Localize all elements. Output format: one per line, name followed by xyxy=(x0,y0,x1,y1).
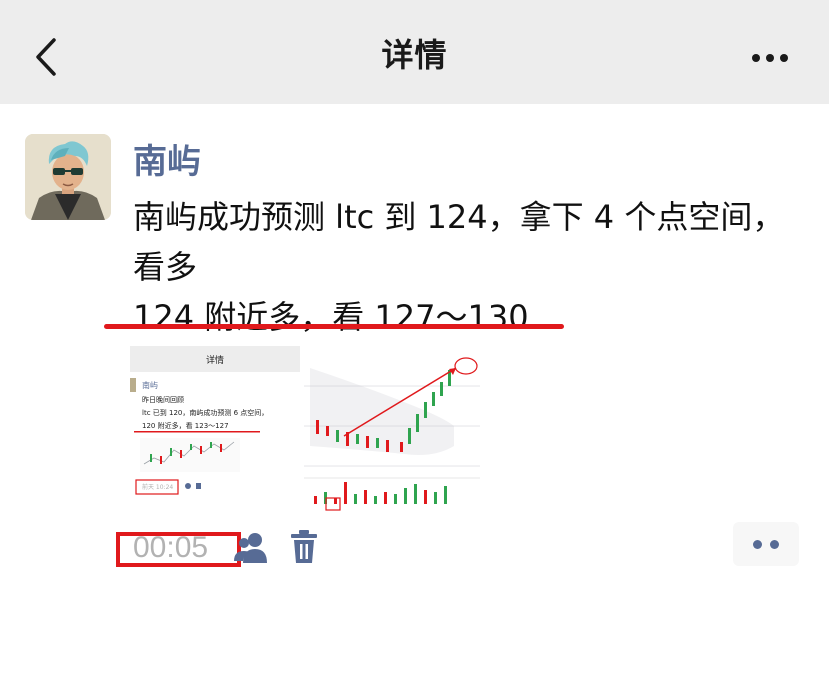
thumb-text-line: ltc 已到 120，南屿成功预测 6 点空间， xyxy=(142,408,268,417)
thumb-text-line: 120 附近多，看 123～127 xyxy=(142,421,229,430)
red-underline-annotation xyxy=(104,324,564,329)
post-text-line: 124 附近多，看 127～130 xyxy=(133,298,529,336)
avatar-illustration xyxy=(25,134,111,220)
post-text-line: 看多 xyxy=(133,248,198,286)
thumb-text-line: 昨日晚间回顾 xyxy=(142,395,184,404)
candlestick-chart-image xyxy=(304,346,480,514)
image-thumbnail[interactable]: 详情 南屿 昨日晚间回顾 ltc 已到 120，南屿成功预测 6 点空间， 12… xyxy=(130,346,300,514)
moment-post: 南屿 南屿成功预测 ltc 到 124，拿下 4 个点空间， 看多 124 附近… xyxy=(0,104,829,692)
navbar: 详情 xyxy=(0,0,829,104)
post-text-line: 南屿成功预测 ltc 到 124，拿下 4 个点空间， xyxy=(133,198,785,236)
thumb-username: 南屿 xyxy=(142,380,158,390)
trash-icon[interactable] xyxy=(287,529,321,565)
image-thumbnail[interactable] xyxy=(304,346,480,514)
post-images: 详情 南屿 昨日晚间回顾 ltc 已到 120，南屿成功预测 6 点空间， 12… xyxy=(130,346,480,514)
avatar[interactable] xyxy=(25,134,111,220)
friends-icon[interactable] xyxy=(233,529,269,565)
page-title: 详情 xyxy=(381,36,448,74)
username[interactable]: 南屿 xyxy=(133,134,201,183)
screenshot-image: 详情 南屿 昨日晚间回顾 ltc 已到 120，南屿成功预测 6 点空间， 12… xyxy=(130,346,300,514)
more-horizontal-icon[interactable] xyxy=(744,40,796,76)
thumb-mini-chart xyxy=(140,438,240,472)
red-box-annotation xyxy=(116,532,241,567)
post-text: 南屿成功预测 ltc 到 124，拿下 4 个点空间， 看多 124 附近多，看… xyxy=(133,192,813,342)
thumb-time: 前天 10:24 xyxy=(142,483,173,491)
comment-more-icon xyxy=(753,540,762,549)
comment-more-icon xyxy=(770,540,779,549)
comment-more-button[interactable] xyxy=(733,522,799,566)
thumb-header: 详情 xyxy=(206,354,224,366)
